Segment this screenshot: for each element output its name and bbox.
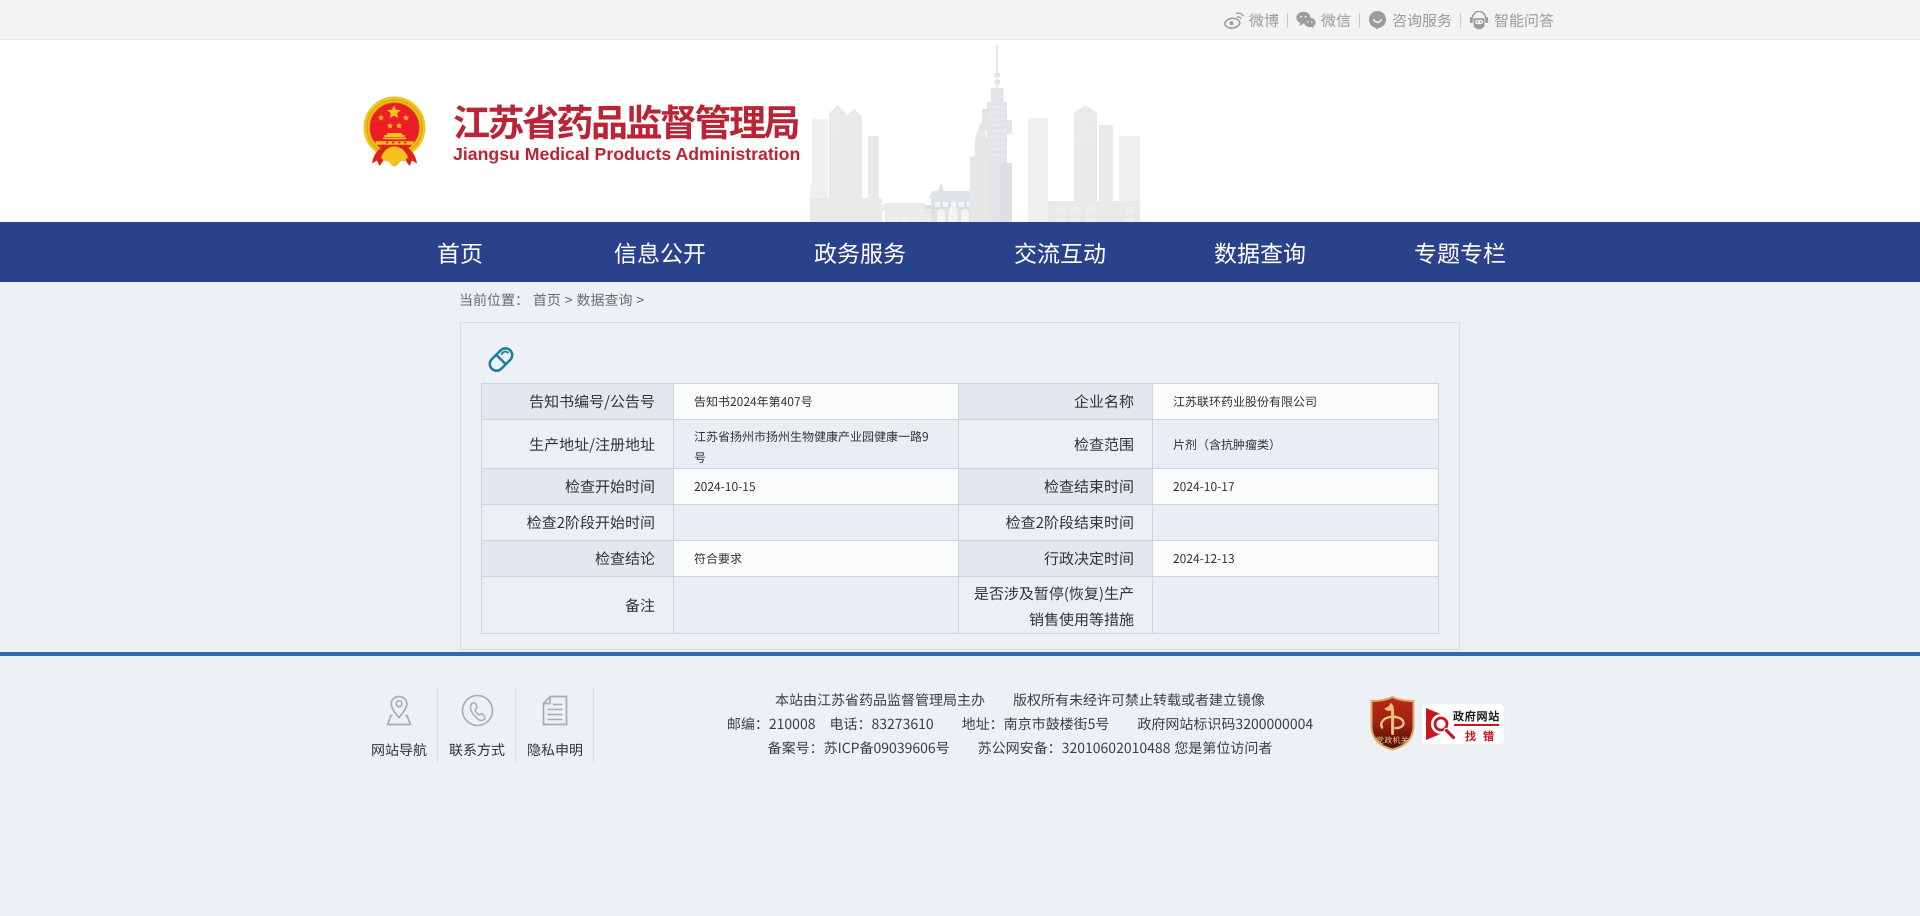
- svg-text:党政机关: 党政机关: [1376, 735, 1409, 746]
- svg-text:找错: 找错: [1465, 728, 1501, 744]
- svg-text:政府网站: 政府网站: [1453, 708, 1500, 724]
